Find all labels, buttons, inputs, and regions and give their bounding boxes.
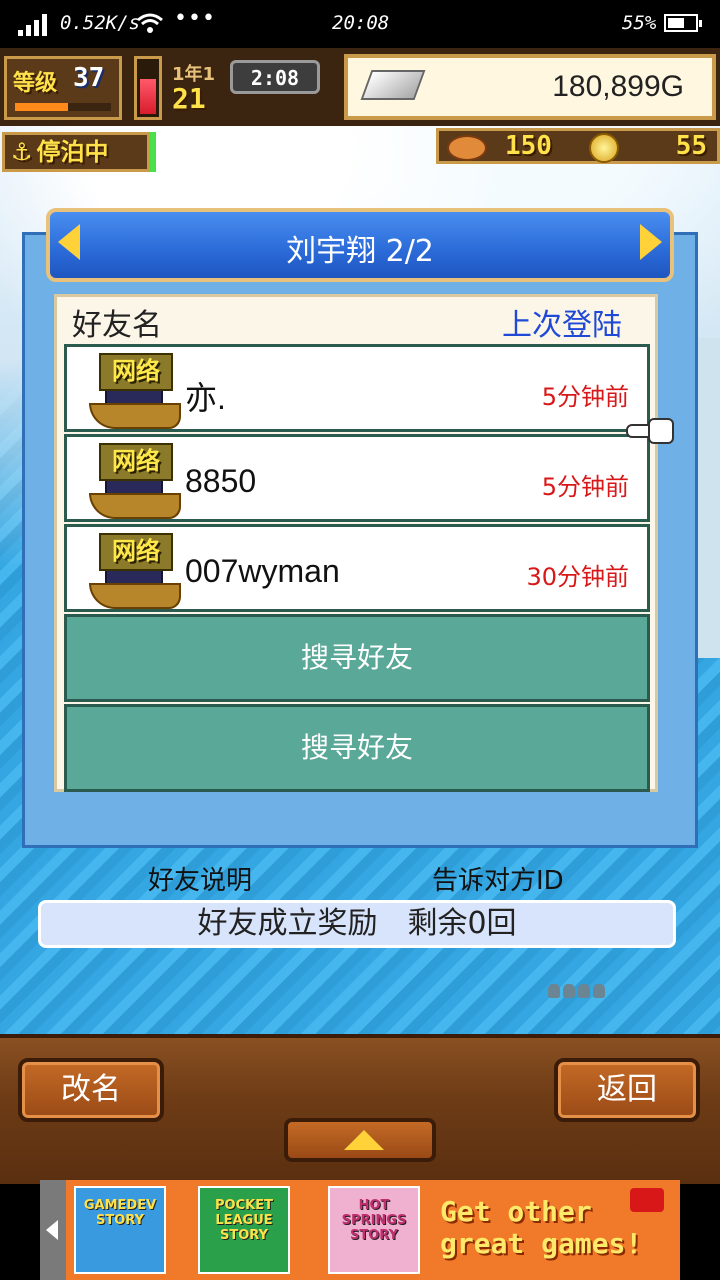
network-badge: 网络: [99, 353, 173, 391]
friend-name: 亦.: [185, 380, 226, 416]
ship-icon: 网络: [79, 531, 181, 611]
wifi-icon: [137, 13, 163, 33]
signal-icon: [18, 14, 48, 36]
pointer-hand-icon: [626, 414, 674, 444]
resources-box: 150 55: [436, 128, 720, 164]
friend-explain-link[interactable]: 好友说明: [148, 860, 252, 897]
friend-name: 8850: [185, 463, 257, 499]
status-bar: 0.52K/s ••• 20:08 55%: [0, 0, 720, 48]
ad-game-tile[interactable]: GAMEDEV STORY: [74, 1186, 166, 1274]
anchored-status: ⚓ 停泊中: [2, 132, 150, 172]
friend-last-login: 5分钟前: [541, 473, 629, 501]
panel-header: 刘宇翔 2/2: [46, 208, 674, 282]
ship-icon: 网络: [79, 351, 181, 431]
battery-icon: [664, 14, 702, 32]
network-badge: 网络: [99, 443, 173, 481]
network-badge: 网络: [99, 533, 173, 571]
tell-id-link[interactable]: 告诉对方ID: [432, 860, 564, 897]
network-speed: 0.52K/s: [60, 12, 141, 34]
more-icon: •••: [174, 6, 216, 31]
search-friend-button[interactable]: 搜寻好友: [64, 614, 650, 702]
medal-icon: [589, 133, 619, 163]
next-page-button[interactable]: [640, 224, 662, 260]
clock: 20:08: [332, 12, 390, 34]
ad-prev-button[interactable]: [40, 1180, 66, 1280]
anchor-icon: ⚓: [11, 138, 33, 166]
level-label: 等级: [13, 71, 58, 96]
back-button[interactable]: 返回: [554, 1058, 700, 1122]
expand-menu-button[interactable]: [284, 1118, 436, 1162]
resource-1-value: 150: [505, 131, 552, 161]
rename-button[interactable]: 改名: [18, 1058, 164, 1122]
money-box: 180,899G: [344, 54, 716, 120]
ad-text[interactable]: Get other great games!: [440, 1196, 672, 1260]
money-value: 180,899G: [552, 70, 684, 103]
column-friend-name: 好友名: [72, 308, 162, 343]
level-progress: [15, 103, 111, 111]
battery-percent: 55%: [622, 12, 657, 34]
food-icon: [447, 135, 487, 161]
ad-game-tile[interactable]: HOT SPRINGS STORY: [328, 1186, 420, 1274]
ship-icon: 网络: [79, 441, 181, 521]
column-last-login: 上次登陆: [502, 308, 622, 343]
friend-name: 007wyman: [185, 553, 340, 589]
level-box: 等级 37: [4, 56, 122, 120]
panel-title: 刘宇翔 2/2: [286, 234, 434, 269]
resource-2-value: 55: [675, 131, 707, 161]
friend-row[interactable]: 网络 007wyman 30分钟前: [64, 524, 650, 612]
date-box: 1年1 21 2:08: [166, 56, 346, 120]
friend-row[interactable]: 网络 亦. 5分钟前: [64, 344, 650, 432]
level-value: 37: [73, 63, 105, 93]
status-indicator: [150, 132, 156, 172]
arrow-up-icon: [344, 1130, 384, 1150]
day-value: 21: [172, 82, 206, 115]
rocks: [548, 983, 608, 1002]
top-hud: 等级 37 1年1 21 2:08 180,899G: [0, 48, 720, 126]
search-friend-button[interactable]: 搜寻好友: [64, 704, 650, 792]
friend-row[interactable]: 网络 8850 5分钟前: [64, 434, 650, 522]
ad-game-tile[interactable]: POCKET LEAGUE STORY: [198, 1186, 290, 1274]
status-text: 停泊中: [36, 138, 109, 166]
stamina-gauge: [134, 56, 162, 120]
silver-bar-icon: [360, 70, 426, 100]
chevron-left-icon: [46, 1220, 58, 1240]
friend-last-login: 5分钟前: [541, 383, 629, 411]
friend-reward-info: 好友成立奖励 剩余0回: [38, 900, 676, 948]
game-clock: 2:08: [230, 60, 320, 94]
game-screen: 等级 37 1年1 21 2:08 180,899G ⚓ 停泊中 150 55 刘…: [0, 48, 720, 1178]
friend-last-login: 30分钟前: [526, 563, 629, 591]
